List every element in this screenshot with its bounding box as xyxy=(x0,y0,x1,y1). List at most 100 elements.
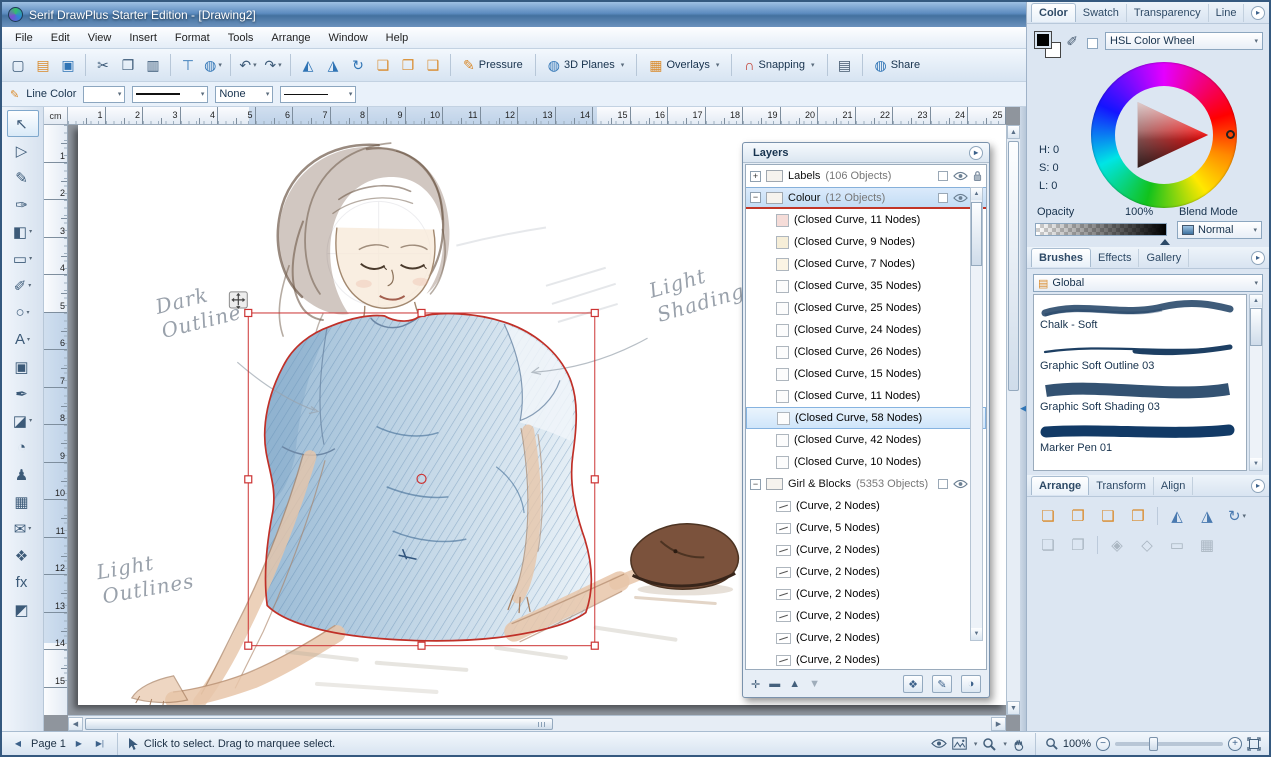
bring-to-front-button[interactable]: ❏ xyxy=(371,53,395,77)
menu-item[interactable]: Window xyxy=(320,29,377,47)
lock-icon[interactable] xyxy=(973,170,982,182)
color-mode-dropdown[interactable]: HSL Color Wheel ▾ xyxy=(1105,32,1263,50)
opacity-slider-thumb[interactable] xyxy=(1160,234,1170,245)
layer-object-row[interactable]: (Closed Curve, 7 Nodes) xyxy=(746,253,986,275)
vertical-ruler[interactable]: 123456789101112131415 xyxy=(44,125,68,715)
color-link-checkbox[interactable] xyxy=(1087,38,1098,49)
visibility-eye-icon[interactable] xyxy=(953,171,968,181)
undo-button[interactable]: ↶▾ xyxy=(236,53,260,77)
overlays-button[interactable]: ▦Overlays▾ xyxy=(642,53,726,77)
layer-object-row[interactable]: (Closed Curve, 9 Nodes) xyxy=(746,231,986,253)
horizontal-scroll-thumb[interactable] xyxy=(85,718,553,730)
fit-page-icon[interactable] xyxy=(1247,737,1261,751)
tool-button[interactable]: ♟ xyxy=(7,461,39,488)
flip-horizontal-button[interactable]: ◭ xyxy=(1166,506,1188,526)
layer-object-row[interactable]: (Curve, 2 Nodes) xyxy=(746,495,986,517)
menu-item[interactable]: View xyxy=(79,29,121,47)
zoom-slider[interactable] xyxy=(1115,742,1223,746)
scroll-down-arrow[interactable]: ▼ xyxy=(1007,701,1020,715)
delete-layer-button[interactable]: ▬ xyxy=(769,678,780,690)
layer-object-row[interactable]: (Closed Curve, 24 Nodes) xyxy=(746,319,986,341)
brush-item[interactable]: Marker Pen 01 xyxy=(1034,418,1246,459)
layer-object-row[interactable]: (Closed Curve, 10 Nodes) xyxy=(746,451,986,473)
tool-button[interactable]: ✉▾ xyxy=(7,515,39,542)
add-layer-button[interactable]: ✛ xyxy=(751,678,760,691)
join-objects-button[interactable]: ▦ xyxy=(1196,535,1218,555)
scroll-up-arrow[interactable]: ▲ xyxy=(1007,125,1020,139)
tool-button[interactable]: ✎ xyxy=(7,164,39,191)
view-quality-button[interactable]: ◍▾ xyxy=(201,53,225,77)
zoom-out-button[interactable]: − xyxy=(1096,737,1110,751)
panel-menu-arrow-icon[interactable]: ▸ xyxy=(1251,479,1265,493)
order-middle-button[interactable]: ❐ xyxy=(396,53,420,77)
scroll-up-arrow[interactable]: ▲ xyxy=(1250,295,1262,307)
tool-button[interactable]: ❖ xyxy=(7,542,39,569)
menu-item[interactable]: Edit xyxy=(42,29,79,47)
rotate-button[interactable]: ↻▾ xyxy=(1226,506,1248,526)
opacity-slider[interactable] xyxy=(1035,223,1167,236)
tool-button[interactable]: ✒ xyxy=(7,380,39,407)
collapse-icon[interactable]: − xyxy=(750,479,761,490)
brush-item[interactable]: Graphic Soft Shading 03 xyxy=(1034,377,1246,418)
menu-item[interactable]: Help xyxy=(377,29,418,47)
tool-button[interactable]: A▾ xyxy=(7,326,39,353)
fill-line-swatch-widget[interactable] xyxy=(1035,32,1061,58)
paste-button[interactable]: ▥ xyxy=(141,53,165,77)
brushes-scroll-thumb[interactable] xyxy=(1250,308,1262,346)
next-page-button[interactable]: ▶ xyxy=(71,736,87,752)
send-to-back-button[interactable]: ❒ xyxy=(1127,506,1149,526)
layer-checkbox[interactable] xyxy=(938,479,948,489)
layer-object-row[interactable]: (Closed Curve, 11 Nodes) xyxy=(746,385,986,407)
layer-group-girl-blocks[interactable]: − Girl & Blocks (5353 Objects) xyxy=(746,473,986,495)
horizontal-ruler[interactable]: 1234567891011121314151617181920212223242… xyxy=(68,107,1006,125)
move-handle[interactable] xyxy=(229,292,247,309)
layer-object-row[interactable]: (Closed Curve, 15 Nodes) xyxy=(746,363,986,385)
layer-group-colour[interactable]: − Colour (12 Objects) xyxy=(746,187,986,209)
preview-eye-icon[interactable] xyxy=(931,738,947,749)
redo-button[interactable]: ↷▾ xyxy=(261,53,285,77)
save-button[interactable]: ▣ xyxy=(56,53,80,77)
tool-button[interactable]: ○▾ xyxy=(7,299,39,326)
scroll-down-arrow[interactable]: ▼ xyxy=(1250,458,1262,470)
blend-mode-dropdown[interactable]: Normal ▾ xyxy=(1177,221,1262,239)
layer-object-row[interactable]: (Curve, 2 Nodes) xyxy=(746,539,986,561)
flip-vertical-button[interactable]: ◮ xyxy=(321,53,345,77)
zoom-slider-thumb[interactable] xyxy=(1149,737,1158,751)
tool-button[interactable]: ◔ xyxy=(7,434,39,461)
flip-vertical-button[interactable]: ◮ xyxy=(1196,506,1218,526)
previous-page-button[interactable]: ◀ xyxy=(10,736,26,752)
tool-button[interactable]: ◧▾ xyxy=(7,218,39,245)
bring-to-front-button[interactable]: ❏ xyxy=(1037,506,1059,526)
layer-object-row[interactable]: (Curve, 2 Nodes) xyxy=(746,649,986,670)
pressure-button[interactable]: ✎Pressure xyxy=(456,53,530,77)
rotate-button[interactable]: ↻ xyxy=(346,53,370,77)
brush-item[interactable]: Chalk - Soft xyxy=(1034,295,1246,336)
layer-object-row[interactable]: (Curve, 2 Nodes) xyxy=(746,583,986,605)
menu-item[interactable]: Format xyxy=(166,29,219,47)
layer-object-row[interactable]: (Closed Curve, 58 Nodes) xyxy=(746,407,986,429)
scroll-down-arrow[interactable]: ▼ xyxy=(971,628,982,640)
layers-scroll-thumb[interactable] xyxy=(971,202,982,266)
cut-button[interactable]: ✂ xyxy=(91,53,115,77)
tool-button[interactable]: ▣ xyxy=(7,353,39,380)
panel-menu-arrow-icon[interactable]: ▸ xyxy=(1251,251,1265,265)
tool-button[interactable]: fx xyxy=(7,569,39,596)
tool-button[interactable]: ✑ xyxy=(7,191,39,218)
hsl-color-wheel[interactable] xyxy=(1091,62,1237,208)
brushes-scrollbar[interactable]: ▲ ▼ xyxy=(1249,294,1263,471)
layer-object-row[interactable]: (Curve, 2 Nodes) xyxy=(746,561,986,583)
last-page-button[interactable]: ▶| xyxy=(92,736,108,752)
send-backward-button[interactable]: ❑ xyxy=(1097,506,1119,526)
tool-button[interactable]: ▦ xyxy=(7,488,39,515)
tsquare-button[interactable]: ⊤ xyxy=(176,53,200,77)
tool-button[interactable]: ↖ xyxy=(7,110,39,137)
brush-category-dropdown[interactable]: ▤ Global ▾ xyxy=(1033,274,1263,292)
scroll-left-arrow[interactable]: ◀ xyxy=(68,717,83,731)
convert-to-curves-button[interactable]: ◇ xyxy=(1136,535,1158,555)
3d-planes-button[interactable]: ◍3D Planes▾ xyxy=(541,53,632,77)
layer-object-row[interactable]: (Closed Curve, 11 Nodes) xyxy=(746,209,986,231)
open-button[interactable]: ▤ xyxy=(31,53,55,77)
tool-button[interactable]: ✐▾ xyxy=(7,272,39,299)
hue-marker[interactable] xyxy=(1226,130,1235,139)
layer-object-row[interactable]: (Closed Curve, 35 Nodes) xyxy=(746,275,986,297)
